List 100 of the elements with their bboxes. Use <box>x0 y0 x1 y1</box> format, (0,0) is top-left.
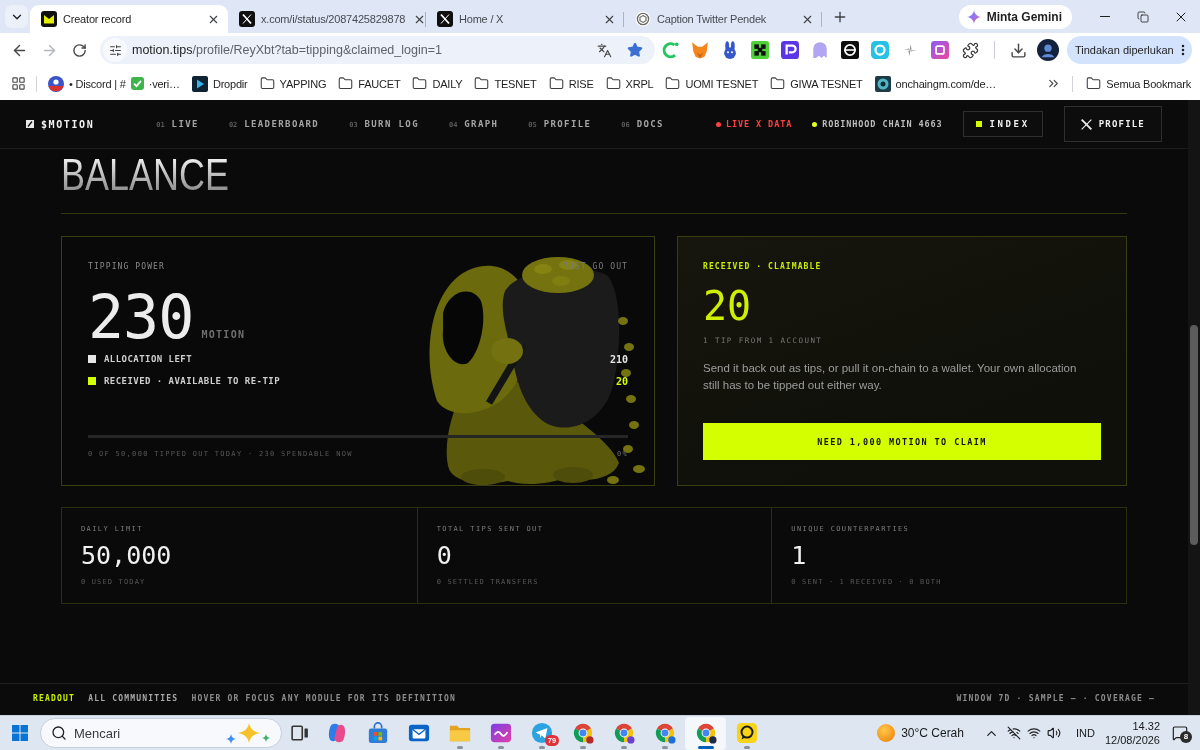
x-logo-icon <box>437 11 453 27</box>
stat-value: 0 <box>436 543 452 569</box>
clock-button[interactable]: 14.32 12/08/2026 <box>1098 717 1166 749</box>
card-label: TIPPING POWER <box>88 262 165 272</box>
browser-icon <box>653 722 676 744</box>
check-icon <box>130 77 144 90</box>
restore-icon <box>1137 10 1149 23</box>
browser-icon <box>571 722 594 744</box>
claimable-description: Send it back out as tips, or pull it on-chain to a wallet. Your own allocation still has to be tipped out either way. <box>703 361 1078 393</box>
sliders-icon <box>108 43 122 57</box>
volume-icon <box>1047 726 1061 740</box>
bookmark-link[interactable]: • Discord | # ·veri… <box>43 70 185 97</box>
download-icon <box>1009 41 1027 59</box>
windows-logo-icon <box>12 725 28 741</box>
wifi-icon <box>1027 726 1041 740</box>
weather-button[interactable]: 30°C Cerah <box>871 718 970 748</box>
folder-icon <box>665 76 681 91</box>
site-info-button[interactable] <box>103 38 127 62</box>
square-logo-icon <box>931 41 949 59</box>
all-bookmarks-link[interactable]: Semua Bookmark <box>1081 70 1196 97</box>
action-required-button[interactable]: Tindakan diperlukan <box>1067 36 1192 64</box>
legend-label: ALLOCATION LEFT <box>104 354 193 364</box>
grid-tile-icon <box>751 41 769 59</box>
readout-meta: WINDOW 7D · SAMPLE — · COVERAGE — <box>956 693 1155 704</box>
language-button[interactable]: IND <box>1072 718 1099 748</box>
balance-amount: 230 <box>88 287 194 347</box>
address-bar[interactable]: motion.tips/profile/ReyXbt?tab=tipping&claimed_login=1 <box>100 36 655 64</box>
tile-icon <box>781 41 799 59</box>
minimize-icon <box>1100 15 1110 18</box>
x-profile-button[interactable]: PROFILE <box>1063 106 1162 142</box>
browser-tab[interactable]: Home / X <box>426 5 624 33</box>
folder-icon <box>548 76 564 91</box>
tab-list-button[interactable] <box>5 5 28 28</box>
rabbit-icon <box>721 41 739 59</box>
x-logo-icon <box>239 11 255 27</box>
sparkles-icon <box>225 722 271 744</box>
play-tile-icon <box>191 75 208 92</box>
apps-grid-icon <box>10 76 26 91</box>
folder-icon <box>770 76 786 91</box>
bookmark-link[interactable]: XRPL <box>600 70 659 97</box>
browser-icon <box>612 722 635 744</box>
avatar-icon <box>1037 39 1059 61</box>
url-text[interactable]: motion.tips/profile/ReyXbt?tab=tipping&claimed_login=1 <box>132 43 586 57</box>
round-logo-icon <box>874 75 891 92</box>
bookmark-link[interactable]: RISE <box>543 70 599 97</box>
bookmark-link[interactable]: FAUCET <box>333 70 406 97</box>
tile-logo-icon <box>489 722 512 744</box>
mail-icon <box>407 722 430 744</box>
browser-tab[interactable]: x.com/i/status/2087425829878 <box>228 5 426 33</box>
scrollbar-thumb[interactable] <box>1190 325 1198 545</box>
browser-tab[interactable]: Caption Twitter Pendek <box>624 5 822 33</box>
card-label: RECEIVED · CLAIMABLE <box>703 262 822 272</box>
readout-title: READOUT <box>33 693 76 704</box>
folder-icon <box>412 76 428 91</box>
square-icon <box>975 121 982 127</box>
shopping-bag-icon <box>366 722 389 744</box>
legend-label: RECEIVED · AVAILABLE TO RE-TIP <box>104 376 281 386</box>
folder-icon <box>1086 76 1102 91</box>
status-text: ROBINHOOD CHAIN 4663 <box>822 119 943 129</box>
search-icon <box>51 725 67 741</box>
claim-button[interactable]: NEED 1,000 MOTION TO CLAIM <box>703 423 1101 460</box>
card-note: MUST GO OUT <box>562 262 628 272</box>
bookmark-link[interactable]: TESNET <box>469 70 542 97</box>
stat-value: 1 <box>791 543 807 569</box>
browser-tab[interactable]: Creator record <box>30 5 228 33</box>
search-field[interactable]: Mencari <box>40 718 282 748</box>
bookmark-link[interactable]: GIWA TESNET <box>765 70 868 97</box>
gemini-button[interactable]: Minta Gemini <box>958 5 1072 29</box>
bookmark-link[interactable]: YAPPING <box>254 70 332 97</box>
bookmark-link[interactable]: onchaingm.com/de… <box>869 70 1002 97</box>
notifications-button[interactable]: 8 <box>1166 718 1194 748</box>
logo-icon <box>41 11 57 27</box>
ring-tile-icon <box>871 41 889 59</box>
sparkle-icon <box>966 10 981 24</box>
chat-bubble-icon <box>735 722 758 744</box>
reload-icon <box>71 42 87 58</box>
folder-icon <box>338 76 354 91</box>
avatar-icon <box>48 75 64 92</box>
bookmark-link[interactable]: UOMI TESNET <box>660 70 764 97</box>
legend-value: 210 <box>609 353 628 365</box>
logo-icon <box>26 120 34 128</box>
profile-button[interactable] <box>1034 36 1062 64</box>
folder-icon <box>474 76 490 91</box>
task-view-icon <box>291 724 309 742</box>
readout-scope: ALL COMMUNITIES <box>88 693 179 704</box>
crescent-icon <box>661 41 679 59</box>
folder-icon <box>605 76 621 91</box>
bookmark-link[interactable]: DAILY <box>407 70 468 97</box>
home-link[interactable]: $MOTION <box>26 118 95 130</box>
index-button[interactable]: INDEX <box>962 111 1043 137</box>
legend-value: 20 <box>615 375 628 387</box>
translate-icon <box>596 42 612 58</box>
unit-label: MOTION <box>201 329 246 340</box>
fox-icon <box>691 41 709 59</box>
folder-icon <box>259 76 275 91</box>
status-text: LIVE X DATA <box>726 119 793 129</box>
pinwheel-icon <box>903 43 917 57</box>
x-logo-icon <box>1080 118 1092 130</box>
bookmark-link[interactable]: Dropdir <box>186 70 253 97</box>
taskbar-app-button[interactable] <box>685 716 726 750</box>
